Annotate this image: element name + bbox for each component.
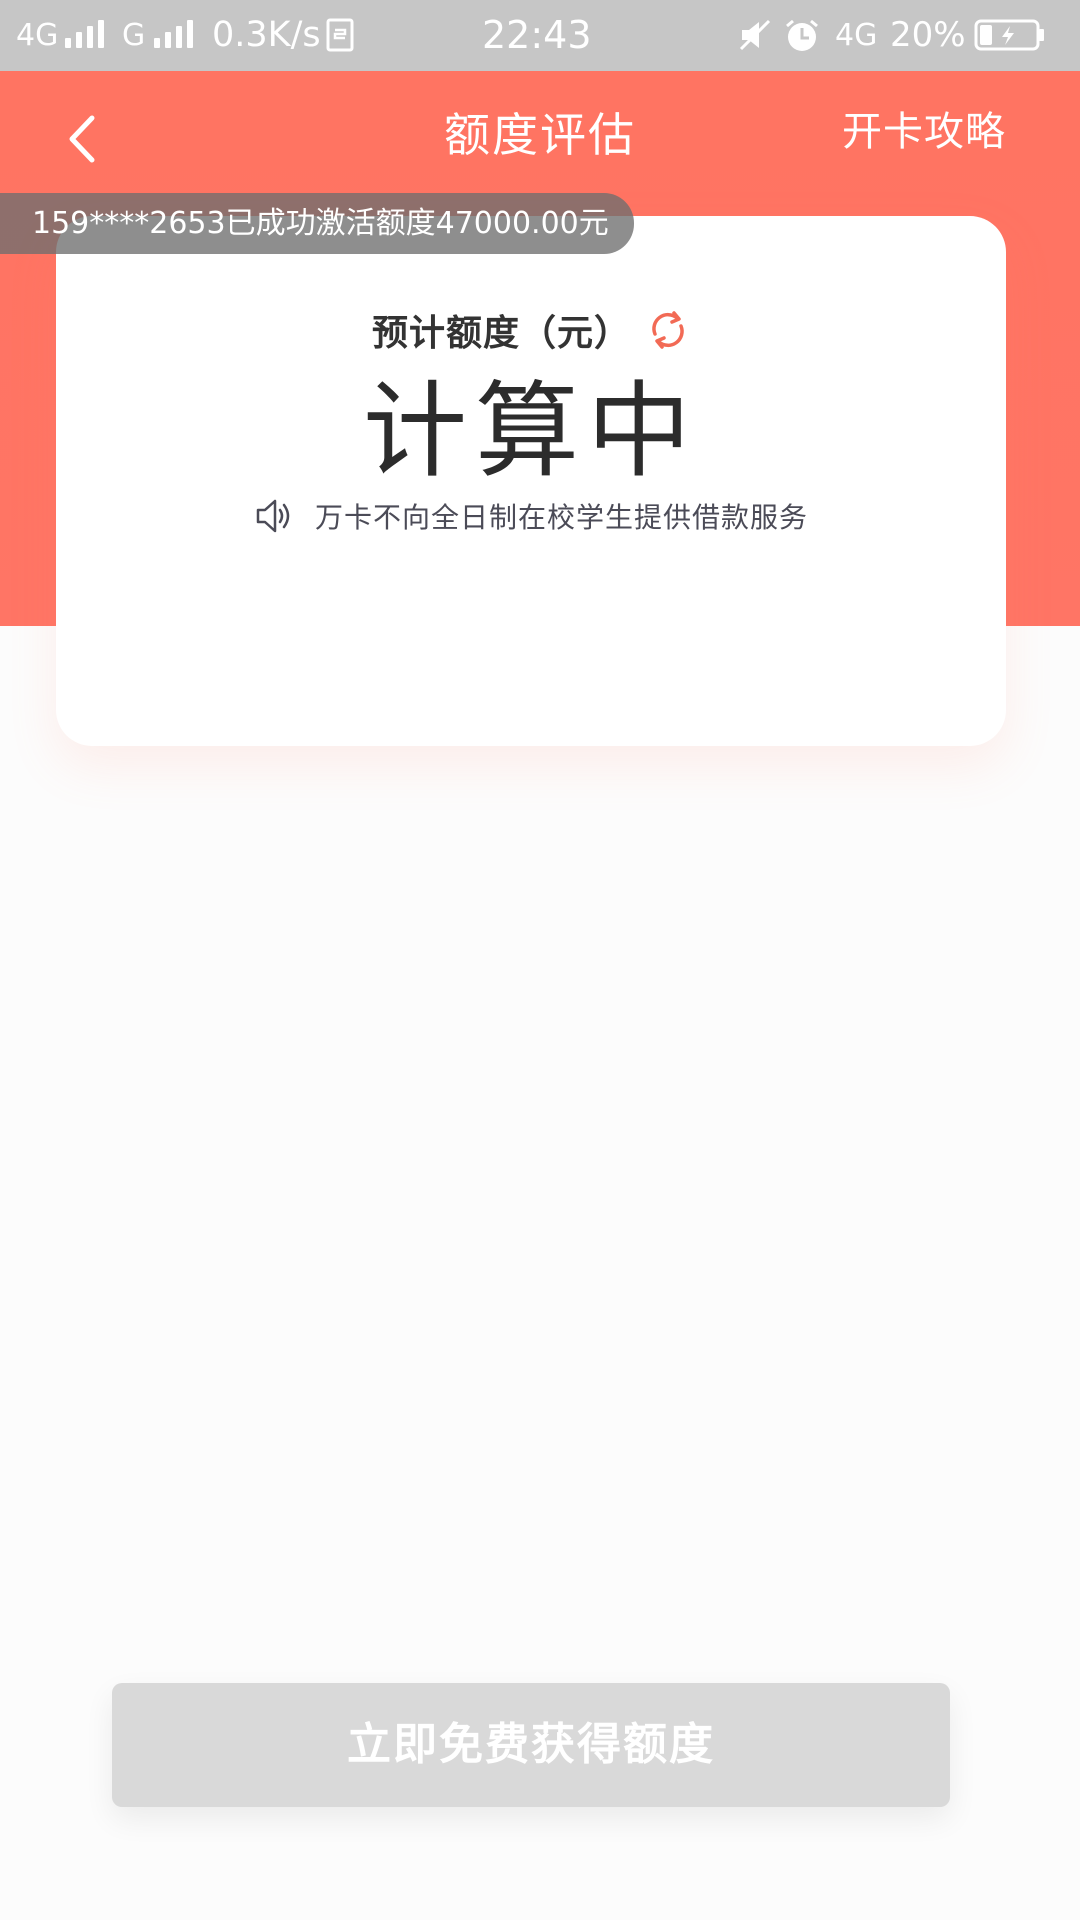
clock: 22:43: [482, 13, 592, 57]
estimate-label: 预计额度（元）: [371, 313, 631, 354]
card-guide-link[interactable]: 开卡攻略: [842, 100, 1006, 164]
network-type-label: 4G: [835, 18, 878, 53]
get-credit-button[interactable]: 立即免费获得额度: [112, 1683, 950, 1807]
page-title: 额度评估: [444, 108, 636, 162]
activation-toast: 159****2653已成功激活额度47000.00元: [0, 193, 634, 254]
network-speed: 0.3K/s: [212, 15, 321, 55]
app-screen: 4G G 0.3K/s 22:43 4G 20% 额度评估 开卡攻略 预计额度（…: [0, 0, 1080, 1920]
estimate-amount: 计算中: [362, 370, 699, 492]
status-bar: 4G G 0.3K/s 22:43 4G 20%: [0, 0, 1080, 71]
back-button[interactable]: [52, 104, 112, 174]
network-type-label: G: [122, 18, 146, 53]
signal-icon: [65, 0, 109, 71]
student-notice: 万卡不向全日制在校学生提供借款服务: [315, 501, 809, 534]
notice-row: 万卡不向全日制在校学生提供借款服务: [56, 496, 1006, 552]
chevron-left-icon: [69, 115, 95, 163]
battery-percent: 20%: [890, 15, 966, 55]
network-type-label: 4G: [16, 18, 59, 53]
refresh-icon[interactable]: [646, 308, 690, 352]
credit-estimate-card: 预计额度（元） 计算中 万卡不向全日制在校学生提供借款服务: [56, 216, 1006, 746]
signal-icon: [154, 0, 198, 71]
speaker-icon: [254, 496, 292, 536]
estimate-label-row: 预计额度（元）: [56, 304, 1006, 360]
